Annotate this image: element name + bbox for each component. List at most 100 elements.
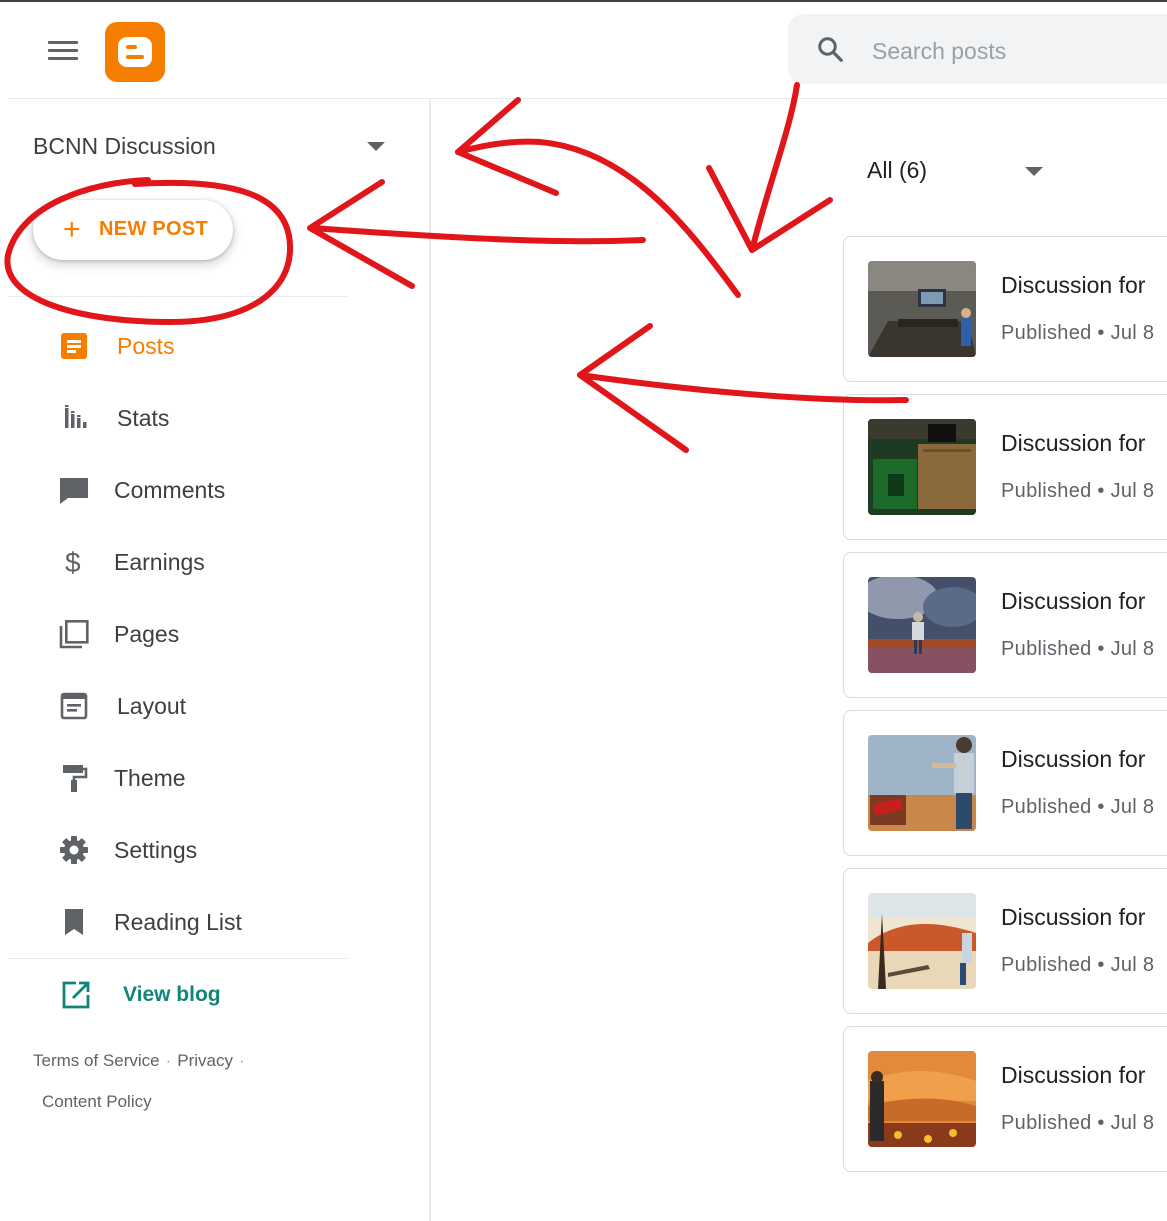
search-icon[interactable] bbox=[815, 34, 845, 64]
sidebar-item-label: Theme bbox=[114, 765, 186, 791]
post-thumbnail bbox=[868, 893, 976, 989]
view-blog-link[interactable]: View blog bbox=[0, 970, 340, 1020]
post-card[interactable]: Discussion for Published • Jul 8 bbox=[843, 710, 1167, 856]
blog-selector-dropdown[interactable]: BCNN Discussion bbox=[33, 130, 393, 164]
comment-icon bbox=[60, 478, 88, 504]
post-card[interactable]: Discussion for Published • Jul 8 bbox=[843, 552, 1167, 698]
post-filter-label: All (6) bbox=[867, 157, 928, 183]
stats-icon bbox=[65, 405, 87, 428]
meta-separator: • bbox=[1091, 638, 1111, 660]
chevron-down-icon bbox=[367, 142, 385, 151]
posts-icon bbox=[61, 333, 87, 359]
post-date: Jul 8 bbox=[1110, 480, 1155, 502]
blogger-logo-icon[interactable] bbox=[105, 22, 165, 82]
sidebar-item-label: Settings bbox=[114, 837, 198, 863]
sidebar-item-posts[interactable]: Posts bbox=[0, 321, 420, 371]
search-input[interactable] bbox=[872, 35, 1152, 67]
post-thumbnail bbox=[868, 577, 976, 673]
terms-of-service-link[interactable]: Terms of Service bbox=[33, 1051, 160, 1070]
pages-icon bbox=[59, 619, 89, 649]
post-title: Discussion for bbox=[1001, 430, 1146, 456]
post-date: Jul 8 bbox=[1110, 796, 1155, 818]
post-meta: Published • Jul 8 bbox=[1001, 480, 1154, 503]
annotation-arrow bbox=[455, 138, 741, 298]
svg-text:$: $ bbox=[65, 547, 81, 578]
post-title: Discussion for bbox=[1001, 746, 1146, 772]
post-title: Discussion for bbox=[1001, 588, 1146, 614]
post-date: Jul 8 bbox=[1110, 954, 1155, 976]
post-status: Published bbox=[1001, 1112, 1092, 1134]
sidebar-item-comments[interactable]: Comments bbox=[0, 465, 420, 515]
post-date: Jul 8 bbox=[1110, 322, 1155, 344]
annotation-arrow-head bbox=[577, 323, 689, 453]
chevron-down-icon bbox=[1025, 167, 1043, 176]
post-meta: Published • Jul 8 bbox=[1001, 1112, 1154, 1135]
sidebar-item-stats[interactable]: Stats bbox=[0, 393, 420, 443]
annotation-arrow-head bbox=[455, 97, 559, 196]
post-thumbnail bbox=[868, 261, 976, 357]
header-divider bbox=[8, 98, 1167, 99]
view-blog-label: View blog bbox=[123, 983, 221, 1006]
new-post-button[interactable]: + NEW POST bbox=[33, 200, 233, 260]
privacy-link[interactable]: Privacy bbox=[177, 1051, 233, 1070]
sidebar-item-settings[interactable]: Settings bbox=[0, 825, 420, 875]
post-status: Published bbox=[1001, 954, 1092, 976]
hamburger-menu-icon[interactable] bbox=[48, 41, 78, 61]
footer-separator: · bbox=[239, 1051, 245, 1070]
nav-divider bbox=[8, 296, 348, 297]
post-thumbnail bbox=[868, 735, 976, 831]
nav-divider bbox=[8, 958, 348, 959]
post-meta: Published • Jul 8 bbox=[1001, 796, 1154, 819]
annotation-arrow bbox=[309, 225, 646, 245]
post-meta: Published • Jul 8 bbox=[1001, 322, 1154, 345]
new-post-label: NEW POST bbox=[99, 218, 209, 240]
annotation-arrow-head bbox=[307, 179, 415, 289]
post-title: Discussion for bbox=[1001, 1062, 1146, 1088]
sidebar-item-label: Earnings bbox=[114, 549, 205, 575]
post-status: Published bbox=[1001, 796, 1092, 818]
post-thumbnail bbox=[868, 1051, 976, 1147]
meta-separator: • bbox=[1091, 322, 1111, 344]
post-card[interactable]: Discussion for Published • Jul 8 bbox=[843, 1026, 1167, 1172]
sidebar-item-layout[interactable]: Layout bbox=[0, 681, 420, 731]
post-status: Published bbox=[1001, 322, 1092, 344]
sidebar-item-label: Stats bbox=[117, 405, 170, 431]
annotation-arrow bbox=[749, 82, 800, 253]
gear-icon bbox=[60, 836, 88, 864]
sidebar-divider bbox=[429, 98, 431, 1221]
post-meta: Published • Jul 8 bbox=[1001, 638, 1154, 661]
post-title: Discussion for bbox=[1001, 272, 1146, 298]
annotation-arrow-head bbox=[706, 165, 833, 253]
post-card[interactable]: Discussion for Published • Jul 8 bbox=[843, 394, 1167, 540]
post-status: Published bbox=[1001, 638, 1092, 660]
post-title: Discussion for bbox=[1001, 904, 1146, 930]
post-card[interactable]: Discussion for Published • Jul 8 bbox=[843, 868, 1167, 1014]
plus-icon: + bbox=[63, 213, 81, 246]
sidebar-item-earnings[interactable]: $ Earnings bbox=[0, 537, 420, 587]
sidebar-footer: Terms of Service · Privacy · Content Policy bbox=[33, 1040, 333, 1122]
sidebar-item-reading-list[interactable]: Reading List bbox=[0, 897, 420, 947]
sidebar-item-pages[interactable]: Pages bbox=[0, 609, 420, 659]
paint-roller-icon bbox=[63, 765, 88, 792]
footer-separator: · bbox=[165, 1051, 172, 1070]
post-card[interactable]: Discussion for Published • Jul 8 bbox=[843, 236, 1167, 382]
post-date: Jul 8 bbox=[1110, 1112, 1155, 1134]
sidebar-item-label: Pages bbox=[114, 621, 180, 647]
meta-separator: • bbox=[1091, 954, 1111, 976]
meta-separator: • bbox=[1091, 480, 1111, 502]
post-status: Published bbox=[1001, 480, 1092, 502]
sidebar-item-label: Reading List bbox=[114, 909, 242, 935]
sidebar-item-label: Posts bbox=[117, 333, 175, 359]
sidebar-item-label: Layout bbox=[117, 693, 187, 719]
post-date: Jul 8 bbox=[1110, 638, 1155, 660]
post-filter-dropdown[interactable]: All (6) bbox=[867, 154, 1057, 188]
meta-separator: • bbox=[1091, 1112, 1111, 1134]
content-policy-link[interactable]: Content Policy bbox=[33, 1081, 333, 1122]
layout-icon bbox=[60, 692, 88, 720]
sidebar-item-label: Comments bbox=[114, 477, 226, 503]
sidebar-item-theme[interactable]: Theme bbox=[0, 753, 420, 803]
window-top-border bbox=[0, 0, 1167, 2]
post-meta: Published • Jul 8 bbox=[1001, 954, 1154, 977]
blog-name: BCNN Discussion bbox=[33, 133, 216, 159]
bookmark-icon bbox=[65, 909, 83, 935]
